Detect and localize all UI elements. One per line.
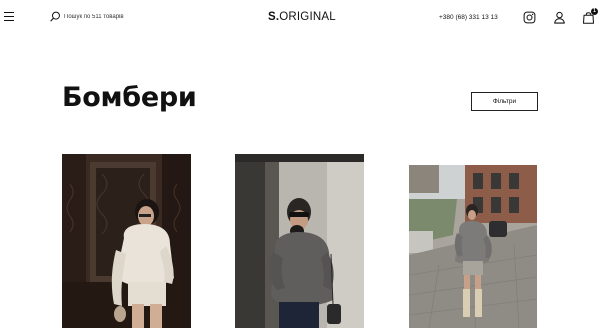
phone-link[interactable]: +380 (68) 331 13 13	[439, 14, 498, 21]
hamburger-menu-icon[interactable]	[4, 12, 14, 22]
search-input[interactable]	[64, 13, 144, 20]
logo-text: ORIGINAL	[279, 11, 336, 23]
product-image-3	[409, 165, 537, 328]
user-icon[interactable]	[553, 11, 566, 24]
filter-button[interactable]: Фільтри	[471, 92, 538, 111]
page-title: Бомбери	[62, 82, 197, 113]
product-card-2[interactable]	[235, 154, 364, 328]
search-icon	[50, 11, 60, 22]
product-image-2	[235, 154, 364, 328]
cart-count-badge: 1	[591, 8, 598, 15]
site-logo[interactable]: S.ORIGINAL	[268, 11, 336, 23]
site-header: S.ORIGINAL +380 (68) 331 13 13 1	[0, 0, 600, 36]
product-image-1	[62, 154, 191, 328]
search-bar[interactable]	[50, 11, 144, 22]
logo-mark: S.	[268, 11, 280, 23]
shopping-bag-icon[interactable]: 1	[582, 8, 598, 24]
product-card-1[interactable]	[62, 154, 191, 328]
product-card-3[interactable]	[409, 165, 537, 328]
instagram-icon[interactable]	[523, 11, 536, 24]
